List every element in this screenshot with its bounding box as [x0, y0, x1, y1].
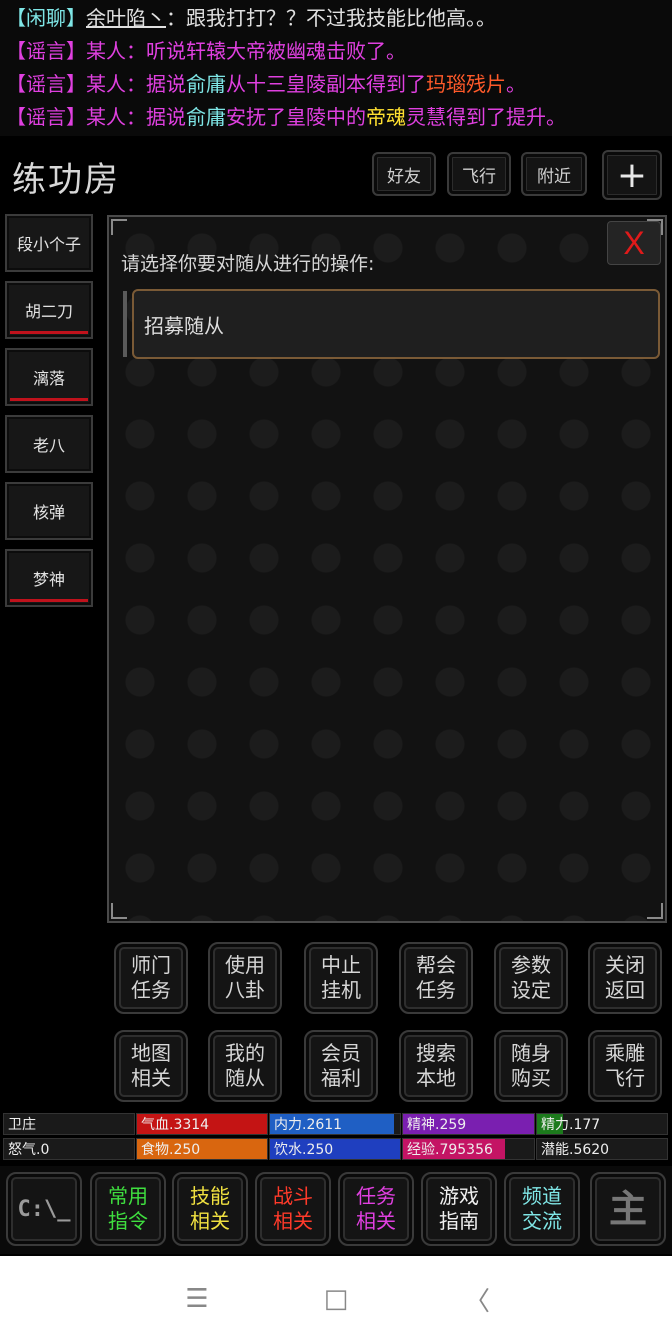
command-button[interactable]: 中止 挂机	[304, 942, 378, 1014]
command-button[interactable]: 我的 随从	[208, 1030, 282, 1102]
stat-label: 内力.2611	[274, 1117, 343, 1133]
stat-bar: 饮水.250	[269, 1138, 401, 1160]
chat-line: 【谣言】某人：据说俞庸从十三皇陵副本得到了玛瑙残片。	[6, 68, 666, 101]
scroll-indicator	[123, 291, 127, 357]
stat-label: 怒气.0	[8, 1142, 50, 1158]
toolbar-button[interactable]: 频道 交流	[504, 1172, 580, 1246]
stat-label: 气血.3314	[141, 1117, 210, 1133]
stat-label: 潜能.5620	[541, 1142, 610, 1158]
close-dialog-button[interactable]: X	[607, 221, 661, 265]
command-button[interactable]: 搜索 本地	[399, 1030, 473, 1102]
stat-label: 食物.250	[141, 1142, 201, 1158]
stat-bar: 食物.250	[136, 1138, 268, 1160]
corner-ornament	[647, 903, 663, 919]
chat-line: 【谣言】某人：听说轩辕大帝被幽魂击败了。	[6, 35, 666, 68]
stat-bar: 精力.177	[536, 1113, 668, 1135]
toolbar-button[interactable]: 常用 指令	[90, 1172, 166, 1246]
follower-dialog: X 请选择你要对随从进行的操作: 招募随从	[107, 215, 667, 923]
npc-health-bar	[10, 331, 88, 334]
chat-segment: 俞庸	[186, 105, 226, 129]
stat-bar: 潜能.5620	[536, 1138, 668, 1160]
back-icon[interactable]: 〈	[462, 1284, 492, 1317]
stat-bar: 气血.3314	[136, 1113, 268, 1135]
chat-segment: 灵慧得到了提升。	[406, 105, 566, 129]
npc-name: 老八	[32, 436, 65, 455]
stat-label: 经验.795356	[407, 1142, 493, 1158]
npc-name: 段小个子	[16, 235, 81, 254]
stat-bar: 卫庄	[3, 1113, 135, 1135]
console-icon[interactable]: C:\_	[6, 1172, 82, 1246]
chat-segment: 俞庸	[186, 72, 226, 96]
npc-item[interactable]: 段小个子	[5, 214, 93, 272]
stat-bar: 怒气.0	[3, 1138, 135, 1160]
corner-ornament	[111, 219, 127, 235]
command-button[interactable]: 随身 购买	[494, 1030, 568, 1102]
recruit-follower-button[interactable]: 招募随从	[132, 289, 660, 359]
room-header: 练功房 好友 飞行 附近 +	[0, 146, 672, 208]
command-button[interactable]: 师门 任务	[114, 942, 188, 1014]
chat-segment: 帝魂	[366, 105, 406, 129]
corner-ornament	[111, 903, 127, 919]
stat-bar: 经验.795356	[402, 1138, 535, 1160]
npc-list: 段小个子胡二刀漓落老八核弹梦神	[5, 214, 95, 616]
system-navigation-bar: ☰ □ 〈	[0, 1256, 672, 1344]
stat-bar: 精神.259	[402, 1113, 535, 1135]
npc-name: 漓落	[32, 369, 65, 388]
npc-health-bar	[10, 599, 88, 602]
npc-item[interactable]: 梦神	[5, 549, 93, 607]
command-button[interactable]: 参数 设定	[494, 942, 568, 1014]
chat-segment: 【谣言】某人：据说	[6, 105, 186, 129]
toolbar-button[interactable]: 任务 相关	[338, 1172, 414, 1246]
chat-segment: 玛瑙残片	[426, 72, 506, 96]
toolbar-button[interactable]: 技能 相关	[172, 1172, 248, 1246]
stat-label: 饮水.250	[274, 1142, 334, 1158]
dialog-prompt: 请选择你要对随从进行的操作:	[121, 253, 375, 275]
toolbar-button[interactable]: 游戏 指南	[421, 1172, 497, 1246]
stat-label: 精力.177	[541, 1117, 601, 1133]
command-button[interactable]: 地图 相关	[114, 1030, 188, 1102]
fly-button[interactable]: 飞行	[447, 152, 511, 196]
home-icon[interactable]: □	[321, 1284, 351, 1314]
command-button[interactable]: 关闭 返回	[588, 942, 662, 1014]
command-button[interactable]: 使用 八卦	[208, 942, 282, 1014]
command-button[interactable]: 乘雕 飞行	[588, 1030, 662, 1102]
chat-segment: 。	[506, 72, 526, 96]
npc-health-bar	[10, 398, 88, 401]
npc-item[interactable]: 老八	[5, 415, 93, 473]
chat-segment[interactable]: 余叶陷丶	[86, 6, 166, 30]
chat-log: 【闲聊】余叶陷丶：跟我打打？？不过我技能比他高。。【谣言】某人：听说轩辕大帝被幽…	[0, 0, 672, 136]
main-menu-icon[interactable]: 主	[590, 1172, 666, 1246]
chat-segment: ：跟我打打？？不过我技能比他高。。	[166, 6, 496, 30]
chat-line: 【谣言】某人：据说俞庸安抚了皇陵中的帝魂灵慧得到了提升。	[6, 101, 666, 134]
npc-item[interactable]: 漓落	[5, 348, 93, 406]
chat-segment: 【闲聊】	[6, 6, 86, 30]
toolbar-button[interactable]: 战斗 相关	[255, 1172, 331, 1246]
npc-name: 核弹	[32, 503, 65, 522]
chat-line: 【闲聊】余叶陷丶：跟我打打？？不过我技能比他高。。	[6, 2, 666, 35]
command-button[interactable]: 会员 福利	[304, 1030, 378, 1102]
stat-bar: 内力.2611	[269, 1113, 401, 1135]
npc-item[interactable]: 核弹	[5, 482, 93, 540]
expand-plus-button[interactable]: +	[602, 150, 662, 200]
bottom-toolbar: C:\_ 常用 指令 技能 相关 战斗 相关 任务 相关 游戏 指南 频道 交流主	[0, 1166, 672, 1254]
friends-button[interactable]: 好友	[372, 152, 436, 196]
stat-label: 卫庄	[8, 1117, 36, 1133]
command-button[interactable]: 帮会 任务	[399, 942, 473, 1014]
stat-label: 精神.259	[407, 1117, 467, 1133]
chat-segment: 安抚了皇陵中的	[226, 105, 366, 129]
menu-icon[interactable]: ☰	[182, 1284, 212, 1314]
chat-segment: 【谣言】某人：据说	[6, 72, 186, 96]
npc-name: 胡二刀	[24, 302, 73, 321]
room-title: 练功房	[12, 160, 120, 200]
chat-segment: 【谣言】某人：听说轩辕大帝被幽魂击败了。	[6, 39, 406, 63]
nearby-button[interactable]: 附近	[521, 152, 587, 196]
npc-name: 梦神	[32, 570, 65, 589]
npc-item[interactable]: 胡二刀	[5, 281, 93, 339]
chat-segment: 从十三皇陵副本得到了	[226, 72, 426, 96]
